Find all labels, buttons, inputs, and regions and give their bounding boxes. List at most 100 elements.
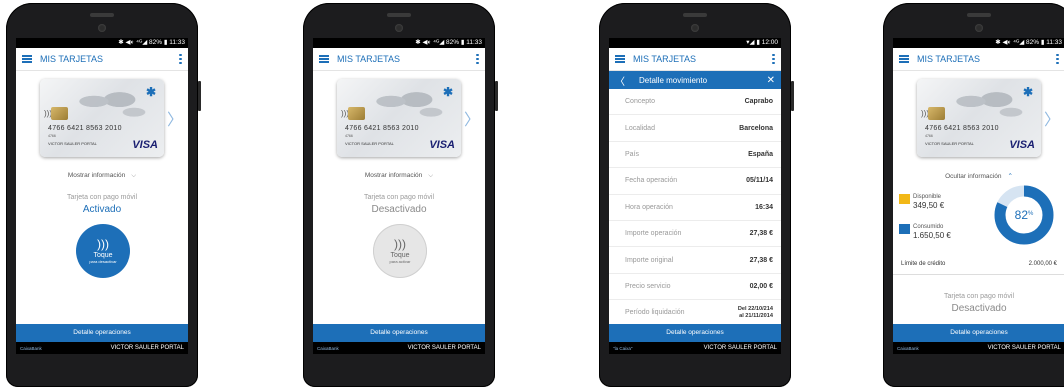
menu-icon[interactable] bbox=[615, 55, 625, 63]
close-icon[interactable]: ✕ bbox=[767, 75, 775, 86]
overflow-menu-icon[interactable] bbox=[179, 53, 182, 65]
period-end: al 21/11/2014 bbox=[739, 312, 773, 319]
issuer-logo: ✱ bbox=[145, 85, 156, 99]
chevron-right-icon[interactable]: 〉 bbox=[167, 106, 183, 130]
phone-2: ✱ ◀◐ ⁴ᴳ◢ 82% ▮ 11:33 MIS TARJETAS ))) ✱ … bbox=[303, 3, 498, 387]
detail-value: Del 22/10/214 al 21/11/2014 bbox=[738, 306, 773, 320]
tap-sublabel: para activar bbox=[389, 259, 411, 264]
card-brand: VISA bbox=[132, 139, 158, 151]
detail-value: Caprabo bbox=[744, 98, 773, 106]
chevron-right-icon[interactable]: 〉 bbox=[464, 106, 480, 130]
card-holder: VICTOR SAULER PORTAL bbox=[925, 141, 974, 146]
details-button[interactable]: Detalle operaciones bbox=[609, 324, 781, 342]
credit-card[interactable]: ))) ✱ 4766 6421 8563 2010 4766 VICTOR SA… bbox=[917, 79, 1041, 157]
detail-value: 02,00 € bbox=[749, 282, 773, 290]
world-map-graphic bbox=[367, 87, 447, 123]
donut-percent-sign: % bbox=[1028, 211, 1034, 217]
overflow-menu-icon[interactable] bbox=[772, 53, 775, 65]
detail-label: Precio servicio bbox=[625, 282, 671, 290]
credit-card[interactable]: ))) ✱ 4766 6421 8563 2010 4766 VICTOR SA… bbox=[40, 79, 164, 157]
front-camera bbox=[691, 24, 699, 32]
front-camera bbox=[98, 24, 106, 32]
footer-name: VICTOR SAULER PORTAL bbox=[987, 345, 1061, 351]
footer-brand: CaixaBank bbox=[317, 345, 339, 351]
app-title: MIS TARJETAS bbox=[337, 54, 401, 64]
detail-label: Localidad bbox=[625, 124, 655, 132]
detail-label: Hora operación bbox=[625, 203, 673, 211]
screen-movement-detail: ▾◢ ▮ 12:00 MIS TARJETAS 〈 Detalle movimi… bbox=[609, 38, 781, 354]
tap-to-activate-button[interactable]: ))) Toque para activar bbox=[373, 224, 427, 278]
issuer-logo: ✱ bbox=[1022, 85, 1033, 99]
mobile-pay-state: Desactivado bbox=[371, 204, 427, 215]
power-button bbox=[791, 81, 794, 111]
credit-card[interactable]: ))) ✱ 4766 6421 8563 2010 4766 VICTOR SA… bbox=[337, 79, 461, 157]
detail-row: Período liquidación Del 22/10/214 al 21/11… bbox=[609, 300, 781, 327]
detail-row: Importe original 27,38 € bbox=[609, 247, 781, 274]
donut-percent-number: 82 bbox=[1015, 208, 1029, 222]
card-chip bbox=[51, 107, 68, 120]
credit-limit-row: Límite de crédito 2.000,00 € bbox=[893, 261, 1064, 275]
available-legend: Disponible 349,50 € bbox=[899, 194, 944, 210]
back-icon[interactable]: 〈 bbox=[615, 73, 625, 88]
menu-icon[interactable] bbox=[22, 55, 32, 63]
power-button bbox=[198, 81, 201, 111]
detail-value: 27,38 € bbox=[749, 256, 773, 264]
footer-brand: CaixaBank bbox=[20, 345, 42, 351]
overflow-menu-icon[interactable] bbox=[476, 53, 479, 65]
consumed-value: 1.650,50 € bbox=[913, 231, 951, 240]
detail-list: Concepto Caprabo Localidad Barcelona País E… bbox=[609, 89, 781, 327]
footer-name: VICTOR SAULER PORTAL bbox=[110, 345, 184, 351]
status-bar: ✱ ◀◐ ⁴ᴳ◢ 82% ▮ 11:33 bbox=[16, 38, 188, 48]
available-value: 349,50 € bbox=[913, 201, 945, 210]
card-chip bbox=[928, 107, 945, 120]
app-bar: MIS TARJETAS bbox=[609, 48, 781, 71]
credit-limit-label: Límite de crédito bbox=[901, 261, 946, 267]
consumed-swatch bbox=[899, 224, 910, 234]
details-button[interactable]: Detalle operaciones bbox=[16, 324, 188, 342]
front-camera bbox=[975, 24, 983, 32]
footer-bar: "la Caixa" VICTOR SAULER PORTAL bbox=[609, 342, 781, 354]
consumed-legend: Consumido 1.650,50 € bbox=[899, 224, 951, 240]
card-small-number: 4766 bbox=[925, 134, 933, 138]
tap-sublabel: para desactivar bbox=[89, 259, 117, 264]
menu-icon[interactable] bbox=[319, 55, 329, 63]
detail-row: Importe operación 27,38 € bbox=[609, 221, 781, 248]
status-bar: ▾◢ ▮ 12:00 bbox=[609, 38, 781, 48]
menu-icon[interactable] bbox=[899, 55, 909, 63]
phone-4: ✱ ◀◐ ⁴ᴳ◢ 82% ▮ 11:33 MIS TARJETAS ))) ✱ … bbox=[883, 3, 1064, 387]
overflow-menu-icon[interactable] bbox=[1056, 53, 1059, 65]
hide-info-toggle[interactable]: Ocultar información ⌃ bbox=[893, 172, 1064, 180]
show-info-label: Mostrar información bbox=[67, 172, 126, 179]
card-holder: VICTOR SAULER PORTAL bbox=[345, 141, 394, 146]
detail-label: Fecha operación bbox=[625, 177, 678, 185]
card-brand: VISA bbox=[1009, 139, 1035, 151]
detail-row: País España bbox=[609, 142, 781, 169]
card-number: 4766 6421 8563 2010 bbox=[925, 125, 999, 132]
footer-bar: CaixaBank VICTOR SAULER PORTAL bbox=[16, 342, 188, 354]
details-button[interactable]: Detalle operaciones bbox=[893, 324, 1064, 342]
detail-label: Período liquidación bbox=[625, 309, 685, 317]
show-info-toggle[interactable]: Mostrar información ⌵ bbox=[16, 172, 188, 180]
speaker bbox=[90, 13, 114, 17]
detail-header: 〈 Detalle movimiento ✕ bbox=[609, 71, 781, 89]
footer-brand: "la Caixa" bbox=[613, 345, 633, 351]
chevron-up-icon: ⌃ bbox=[1007, 173, 1013, 180]
app-title: MIS TARJETAS bbox=[633, 54, 697, 64]
mobile-pay-state: Desactivado bbox=[951, 303, 1007, 314]
screen-card-active: ✱ ◀◐ ⁴ᴳ◢ 82% ▮ 11:33 MIS TARJETAS ))) ✱ … bbox=[16, 38, 188, 354]
detail-row: Fecha operación 05/11/14 bbox=[609, 168, 781, 195]
screen-card-inactive: ✱ ◀◐ ⁴ᴳ◢ 82% ▮ 11:33 MIS TARJETAS ))) ✱ … bbox=[313, 38, 485, 354]
card-chip bbox=[348, 107, 365, 120]
chevron-right-icon[interactable]: 〉 bbox=[1044, 106, 1060, 130]
details-button[interactable]: Detalle operaciones bbox=[313, 324, 485, 342]
detail-value: España bbox=[748, 150, 773, 158]
card-number: 4766 6421 8563 2010 bbox=[345, 125, 419, 132]
app-title: MIS TARJETAS bbox=[40, 54, 104, 64]
status-bar: ✱ ◀◐ ⁴ᴳ◢ 82% ▮ 11:33 bbox=[313, 38, 485, 48]
phone-1: ✱ ◀◐ ⁴ᴳ◢ 82% ▮ 11:33 MIS TARJETAS ))) ✱ … bbox=[6, 3, 201, 387]
tap-to-deactivate-button[interactable]: ))) Toque para desactivar bbox=[76, 224, 130, 278]
show-info-toggle[interactable]: Mostrar información ⌵ bbox=[313, 172, 485, 180]
consumed-label: Consumido bbox=[913, 224, 944, 230]
detail-value: 27,38 € bbox=[749, 230, 773, 238]
available-label: Disponible bbox=[913, 194, 942, 200]
